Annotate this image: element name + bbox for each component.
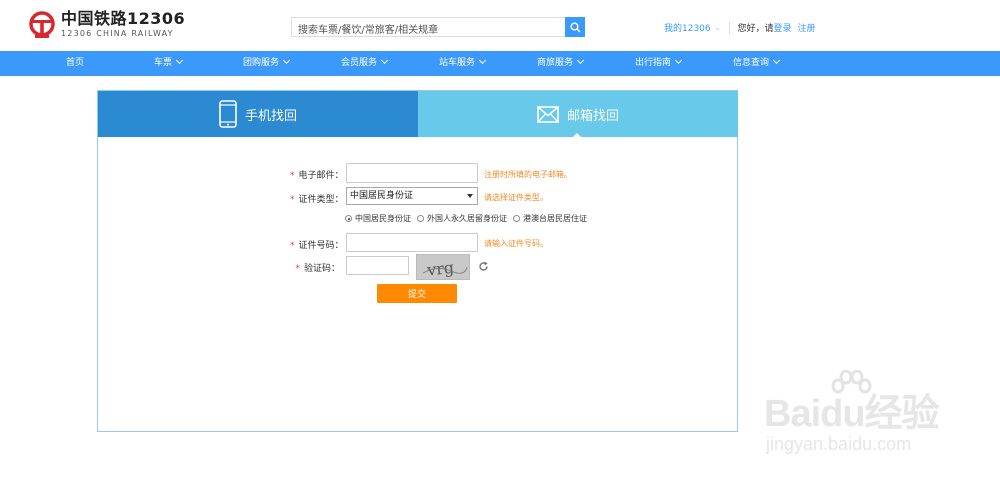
email-hint: 注册时所填的电子邮箱。 [484, 170, 572, 179]
search-box [291, 17, 565, 40]
nav-item-guide[interactable]: 出行指南 [635, 51, 683, 76]
nav-item-label: 会员服务 [341, 58, 378, 68]
tab-phone-recovery[interactable]: 手机找回 [98, 91, 418, 137]
greeting-text: 您好，请 [737, 24, 774, 34]
header-divider [728, 21, 730, 34]
nav-item-info[interactable]: 信息查询 [733, 51, 781, 76]
email-label: * 电子邮件： [290, 171, 344, 181]
captcha-label: * 验证码： [295, 264, 340, 274]
chevron-down-icon[interactable]: ⌄ [715, 24, 721, 32]
chevron-down-icon [175, 56, 184, 65]
radio-label: 外国人永久居留身份证 [427, 214, 507, 223]
nav-item-label: 商旅服务 [537, 58, 574, 68]
nav-item-tickets[interactable]: 车票 [154, 51, 184, 76]
id-type-label: * 证件类型： [290, 195, 344, 205]
my-account-link[interactable]: 我的12306 [664, 21, 711, 34]
chevron-down-icon [380, 56, 389, 65]
active-tab-pointer [572, 133, 582, 138]
tab-email-recovery[interactable]: 邮箱找回 [418, 91, 738, 138]
baidu-watermark: Baidu经验 jingyan.baidu.com [760, 370, 990, 460]
id-type-hint: 请选择证件类型。 [484, 193, 548, 202]
required-mark: * [295, 264, 300, 274]
header-user-area: 我的12306 ⌄ 您好，请 登录 注册 [664, 21, 816, 34]
nav-item-group[interactable]: 团购服务 [243, 51, 291, 76]
register-link[interactable]: 注册 [798, 21, 816, 34]
id-number-hint: 请输入证件号码。 [484, 239, 548, 248]
search-icon [570, 22, 581, 33]
header: 中国铁路12306 12306 CHINA RAILWAY 我的12306 ⌄ … [0, 0, 1000, 50]
nav-item-label: 团购服务 [243, 58, 280, 68]
nav-item-home[interactable]: 首页 [66, 51, 84, 76]
tab-phone-label: 手机找回 [244, 108, 297, 124]
id-number-field-wrap [346, 233, 478, 256]
radio-label: 中国居民身份证 [355, 214, 411, 223]
id-type-radio-group: 中国居民身份证 外国人永久居留身份证 港澳台居民居住证 [345, 213, 593, 224]
nav-item-label: 首页 [66, 58, 85, 68]
login-link[interactable]: 登录 [774, 21, 792, 34]
captcha-text-graphic: vrg [422, 258, 468, 279]
email-field-wrap [346, 163, 478, 186]
nav-item-member[interactable]: 会员服务 [341, 51, 389, 76]
tab-email-label: 邮箱找回 [566, 108, 619, 124]
id-number-field[interactable] [347, 238, 477, 256]
required-mark: * [290, 171, 295, 181]
chevron-down-icon [674, 56, 683, 65]
chevron-down-icon [478, 56, 487, 65]
paw-icon [831, 370, 872, 394]
nav-item-station[interactable]: 站车服务 [439, 51, 487, 76]
id-number-label: * 证件号码： [290, 241, 344, 251]
logo-title: 中国铁路12306 [61, 9, 186, 28]
chevron-down-icon [772, 56, 781, 65]
id-type-selected: 中国居民身份证 [350, 191, 414, 201]
search-input[interactable] [292, 21, 565, 40]
captcha-field[interactable] [347, 261, 408, 279]
email-field[interactable] [347, 168, 477, 186]
dropdown-arrow-icon [467, 194, 473, 198]
nav-item-label: 站车服务 [439, 58, 476, 68]
mobile-phone-icon [219, 100, 237, 128]
main-nav: 首页 车票 团购服务 会员服务 站车服务 商旅服务 出行指南 信息查询 [0, 51, 1000, 76]
search-button[interactable] [565, 17, 585, 37]
logo[interactable]: 中国铁路12306 12306 CHINA RAILWAY [27, 10, 185, 40]
watermark-url: jingyan.baidu.com [766, 434, 912, 454]
required-mark: * [290, 241, 295, 251]
chevron-down-icon [282, 56, 291, 65]
radio-cn-id[interactable] [345, 215, 352, 222]
submit-button[interactable]: 提交 [377, 284, 457, 303]
logo-subtitle: 12306 CHINA RAILWAY [61, 29, 174, 38]
captcha-field-wrap [346, 256, 409, 279]
captcha-image[interactable]: vrg [416, 254, 470, 280]
refresh-captcha-icon[interactable] [478, 257, 489, 276]
envelope-icon [537, 105, 559, 123]
nav-item-label: 信息查询 [733, 58, 770, 68]
id-type-select[interactable]: 中国居民身份证 [346, 187, 478, 205]
watermark-logo-text: Baidu经验 [764, 393, 940, 435]
radio-hkmt-permit[interactable] [513, 215, 520, 222]
radio-foreign-permit[interactable] [417, 215, 424, 222]
chevron-down-icon [576, 56, 585, 65]
nav-item-business[interactable]: 商旅服务 [537, 51, 585, 76]
required-mark: * [290, 195, 295, 205]
nav-item-label: 车票 [154, 58, 173, 68]
nav-item-label: 出行指南 [635, 58, 672, 68]
china-railway-logo-icon [29, 11, 55, 38]
radio-label: 港澳台居民居住证 [523, 214, 587, 223]
